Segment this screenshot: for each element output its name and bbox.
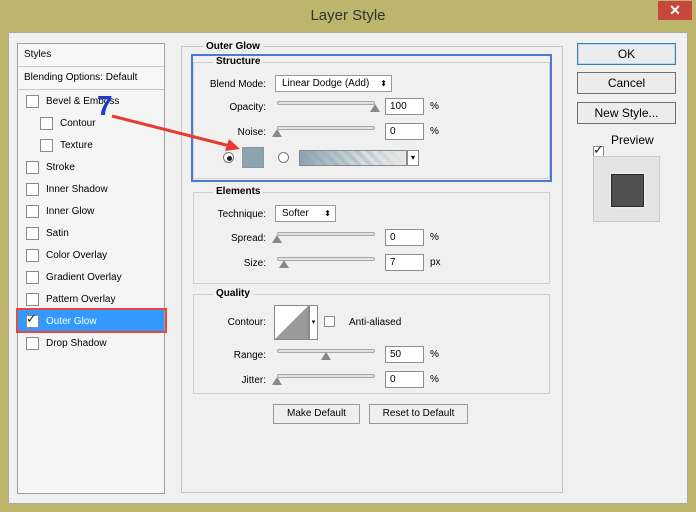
preview-label: Preview <box>611 133 654 147</box>
size-label: Size: <box>243 258 266 269</box>
technique-label: Technique: <box>217 209 266 220</box>
cancel-button[interactable]: Cancel <box>577 72 676 94</box>
ok-button[interactable]: OK <box>577 43 676 65</box>
anti-aliased-label: Anti-aliased <box>349 317 402 328</box>
chevron-down-icon: ▾ <box>311 319 316 326</box>
elements-title: Elements <box>213 186 264 197</box>
reset-default-button[interactable]: Reset to Default <box>369 404 468 424</box>
spread-label: Spread: <box>230 233 266 244</box>
range-slider-thumb[interactable] <box>321 352 331 360</box>
jitter-slider-thumb[interactable] <box>272 377 282 385</box>
contour-curve-icon <box>275 306 308 339</box>
jitter-label: Jitter: <box>241 375 266 386</box>
technique-value: Softer <box>282 208 309 219</box>
contour-dropdown-button[interactable]: ▾ <box>309 305 318 340</box>
preview-swatch <box>611 174 644 207</box>
contour-picker[interactable] <box>274 305 309 340</box>
spread-input[interactable]: 0 <box>385 229 424 246</box>
spread-slider-thumb[interactable] <box>272 235 282 243</box>
size-slider-thumb[interactable] <box>278 260 289 268</box>
quality-title: Quality <box>213 288 253 299</box>
range-unit: % <box>430 349 439 360</box>
updown-icon: ⬍ <box>324 209 331 218</box>
spread-slider-track[interactable] <box>277 232 375 236</box>
anti-aliased-checkbox[interactable] <box>324 316 335 327</box>
range-input[interactable]: 50 <box>385 346 424 363</box>
spread-unit: % <box>430 232 439 243</box>
new-style-button[interactable]: New Style... <box>577 102 676 124</box>
jitter-unit: % <box>430 374 439 385</box>
size-slider-track[interactable] <box>277 257 375 261</box>
contour-label: Contour: <box>227 317 266 328</box>
make-default-button[interactable]: Make Default <box>273 404 360 424</box>
range-label: Range: <box>233 350 266 361</box>
preview-thumbnail <box>593 156 660 222</box>
size-input[interactable]: 7 <box>385 254 424 271</box>
technique-select[interactable]: Softer ⬍ <box>275 205 336 222</box>
jitter-input[interactable]: 0 <box>385 371 424 388</box>
jitter-slider-track[interactable] <box>277 374 375 378</box>
size-unit: px <box>430 257 441 268</box>
